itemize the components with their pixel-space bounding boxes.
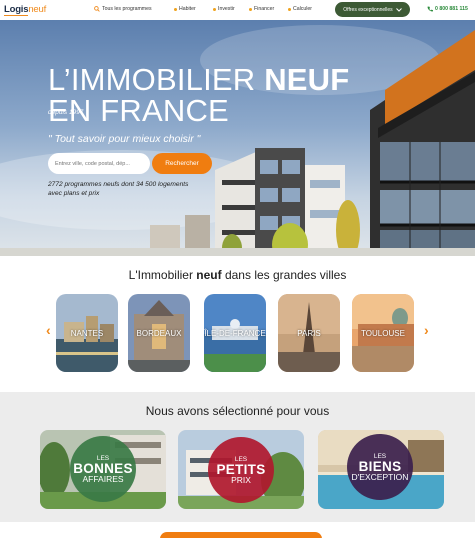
- carousel-next-icon[interactable]: ›: [424, 322, 429, 338]
- phone-icon: [427, 6, 433, 12]
- search-icon: [94, 6, 100, 12]
- badge-petits-prix: LES PETITS PRIX: [208, 437, 274, 503]
- nav-item-label: Habiter: [179, 6, 196, 12]
- phone-number: 0 800 881 115: [435, 6, 468, 12]
- nav-item-calculer[interactable]: Calculer: [288, 6, 312, 12]
- cities-title-neuf: neuf: [196, 268, 222, 282]
- search-button[interactable]: Rechercher: [152, 153, 212, 174]
- chevron-down-icon: [395, 7, 402, 12]
- hero-banner: L’IMMOBILIER NEUF EN FRANCE depuis 1997 …: [0, 20, 475, 256]
- city-card-paris[interactable]: PARIS: [278, 294, 340, 372]
- phone-link[interactable]: 0 800 881 115: [427, 6, 468, 12]
- dot-icon: [174, 7, 177, 11]
- badge-big: PETITS: [216, 461, 266, 477]
- hero-title-neuf: NEUF: [264, 62, 350, 97]
- hero-since: depuis 1997: [48, 109, 84, 116]
- hero-tagline: " Tout savoir pour mieux choisir ": [48, 133, 201, 145]
- card-bonnes-affaires[interactable]: LES BONNES AFFAIRES: [40, 430, 166, 509]
- selection-title: Nous avons sélectionné pour vous: [145, 404, 330, 418]
- nav-item-label: Financer: [254, 6, 275, 12]
- nav-item-habiter[interactable]: Habiter: [174, 6, 196, 12]
- hero-title: L’IMMOBILIER NEUF EN FRANCE: [48, 64, 349, 126]
- city-card-toulouse[interactable]: TOULOUSE: [352, 294, 414, 372]
- nav-item-label: Investir: [218, 6, 235, 12]
- cities-title-part2: dans les grandes villes: [221, 268, 347, 282]
- offres-label: Offres exceptionnelles: [343, 6, 393, 13]
- search-input[interactable]: [48, 153, 150, 174]
- city-card-ile-de-france[interactable]: ÎLE-DE-FRANCE: [204, 294, 266, 372]
- city-label: TOULOUSE: [361, 328, 405, 338]
- cta-button[interactable]: [160, 532, 322, 538]
- hero-stats: 2772 programmes neufs dont 34 500 logeme…: [48, 181, 189, 197]
- badge-big: BONNES: [73, 460, 133, 476]
- logo-text-neuf: neuf: [28, 4, 47, 15]
- logo-text-logis: Logis: [4, 4, 29, 15]
- hero-title-line2: EN FRANCE: [48, 93, 229, 128]
- card-petits-prix[interactable]: LES PETITS PRIX: [178, 430, 304, 509]
- badge-sub: D'EXCEPTION: [351, 471, 409, 482]
- card-biens-exception[interactable]: LES BIENS D'EXCEPTION: [318, 430, 444, 509]
- dot-icon: [249, 7, 252, 11]
- carousel-prev-icon[interactable]: ‹: [46, 322, 51, 338]
- offres-exceptionnelles-button[interactable]: Offres exceptionnelles: [335, 2, 410, 17]
- badge-biens-exception: LES BIENS D'EXCEPTION: [347, 434, 413, 500]
- top-navigation: Logisneuf Tous les programmes Habiter In…: [0, 0, 475, 20]
- city-label: PARIS: [297, 328, 321, 338]
- cities-title-part1: L'Immobilier: [128, 268, 197, 282]
- nav-item-label: Calculer: [293, 6, 313, 12]
- hero-title-part1: L’IMMOBILIER: [48, 62, 265, 97]
- dot-icon: [288, 7, 291, 11]
- badge-sub: PRIX: [231, 474, 251, 485]
- nav-item-investir[interactable]: Investir: [213, 6, 235, 12]
- nav-item-tous-les-programmes[interactable]: Tous les programmes: [94, 6, 152, 12]
- nav-item-label: Tous les programmes: [102, 6, 152, 12]
- cities-title: L'Immobilier neuf dans les grandes ville…: [0, 268, 475, 282]
- logo-underline: [4, 15, 28, 16]
- city-label: ÎLE-DE-FRANCE: [204, 328, 266, 338]
- city-label: NANTES: [70, 328, 104, 338]
- city-label: BORDEAUX: [136, 328, 182, 338]
- dot-icon: [213, 7, 216, 11]
- badge-big: BIENS: [358, 458, 402, 474]
- badge-sub: AFFAIRES: [82, 473, 124, 484]
- nav-item-financer[interactable]: Financer: [249, 6, 274, 12]
- logo[interactable]: Logisneuf: [4, 4, 46, 15]
- city-card-bordeaux[interactable]: BORDEAUX: [128, 294, 190, 372]
- city-card-nantes[interactable]: NANTES: [56, 294, 118, 372]
- badge-bonnes-affaires: LES BONNES AFFAIRES: [70, 436, 136, 502]
